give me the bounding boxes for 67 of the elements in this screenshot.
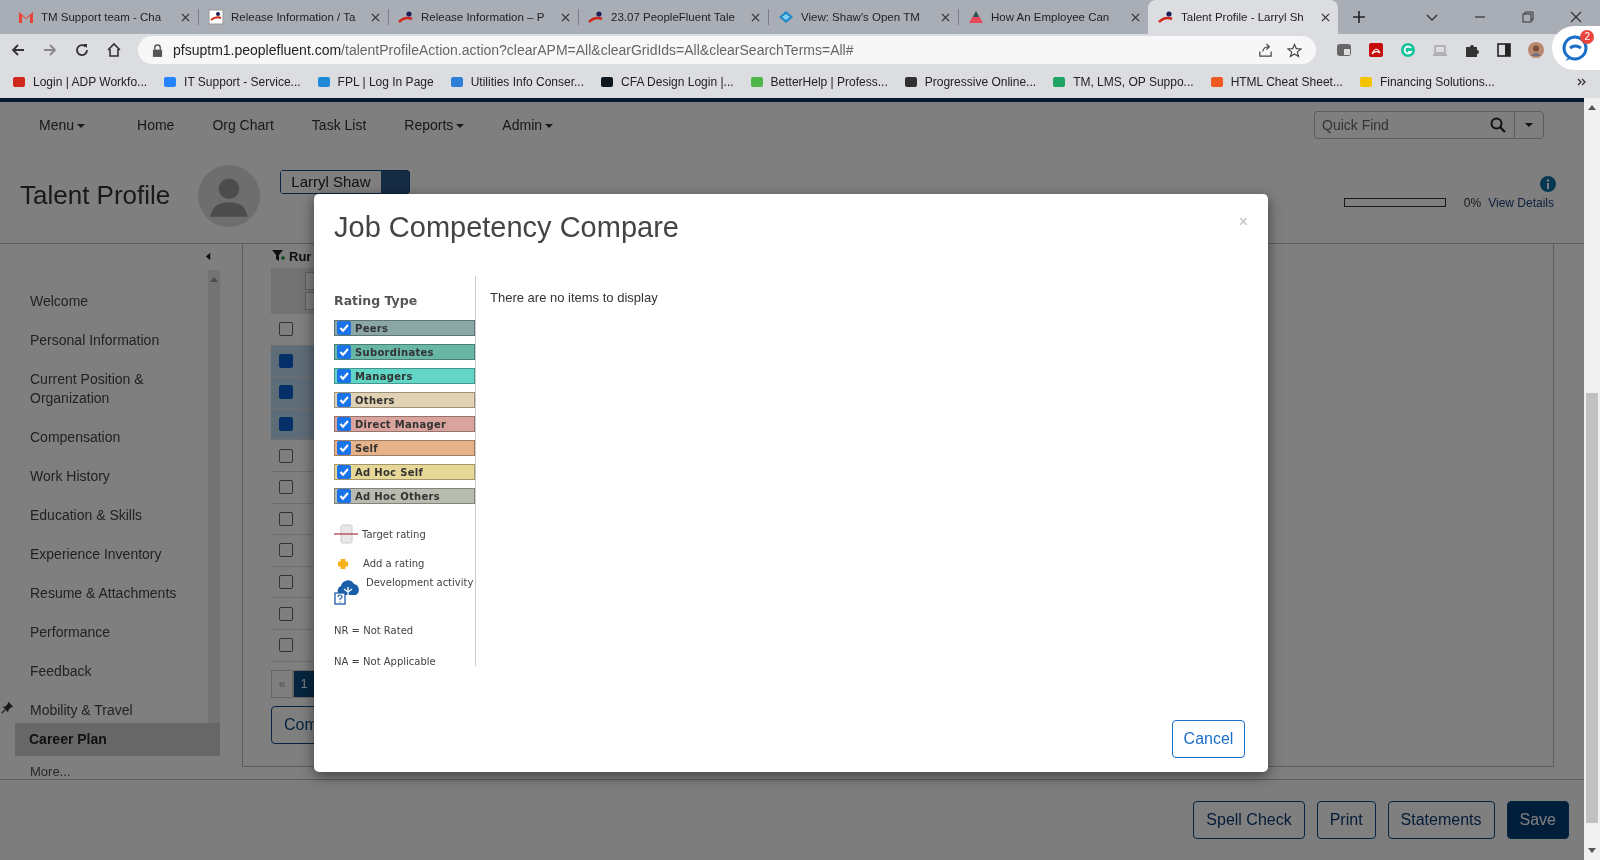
chat-button[interactable]: 2 <box>1552 26 1600 70</box>
nav-link[interactable]: Home <box>137 117 175 133</box>
legend-label: Add a rating <box>363 558 425 569</box>
bookmark[interactable]: Utilities Info Conser... <box>449 75 585 90</box>
sidebar-item[interactable]: Performance <box>15 613 200 652</box>
bookmark[interactable]: Financing Solutions... <box>1358 75 1495 90</box>
quick-find-field[interactable]: Quick Find <box>1314 111 1514 139</box>
employee-selector[interactable]: Larryl Shaw <box>280 170 410 194</box>
address-field[interactable]: pfsuptm1.peoplefluent.com/talentProfileAction.action?clearAPM=All&clearGridIds=All&clearSearchTerms=All# <box>138 36 1316 65</box>
bookmark[interactable]: BetterHelp | Profess... <box>749 75 888 90</box>
nav-link[interactable]: Admin <box>502 117 554 133</box>
bookmark[interactable]: TM, LMS, OP Suppo... <box>1052 75 1194 90</box>
sidebar-item[interactable]: Personal Information <box>15 321 200 360</box>
sidebar-item[interactable]: Compensation <box>15 418 200 457</box>
notification-badge: 2 <box>1580 30 1594 44</box>
footer-button[interactable]: Save <box>1506 801 1569 839</box>
sidebar-item[interactable]: Career Plan <box>15 723 220 756</box>
rating-type-item[interactable]: Managers <box>334 368 475 384</box>
sidebar-item[interactable]: Mobility & Travel <box>15 691 200 723</box>
legend-note: NA = Not Applicable <box>334 656 437 667</box>
footer-button[interactable]: Print <box>1316 801 1376 839</box>
rating-type-item[interactable]: Direct Manager <box>334 416 475 432</box>
progress-reading: 0% <box>1463 195 1482 210</box>
legend-label: Development activity <box>366 577 474 588</box>
bookmark[interactable]: Login | ADP Workfo... <box>12 75 148 90</box>
sidebar-item[interactable]: Welcome <box>15 282 200 321</box>
page-button[interactable]: 1 <box>293 669 315 698</box>
bookmark[interactable]: FPL | Log In Page <box>316 75 434 90</box>
browser-tab[interactable]: View: Shaw's Open TM <box>768 0 958 34</box>
legend-note: NR = Not Rated <box>334 625 415 636</box>
rating-type-item[interactable]: Ad Hoc Others <box>334 488 475 504</box>
bookmark[interactable]: IT Support - Service... <box>163 75 301 90</box>
footer-button[interactable]: Statements <box>1387 801 1495 839</box>
sidebar-item[interactable]: Resume & Attachments <box>15 574 200 613</box>
nav-link[interactable]: Task List <box>311 117 367 133</box>
browser-tab[interactable]: Release Information / Ta <box>198 0 388 34</box>
browser-tab[interactable]: TM Support team - Cha <box>8 0 198 34</box>
view-details-link[interactable]: View Details <box>1488 195 1554 210</box>
sidebar-item[interactable]: Feedback <box>15 652 200 691</box>
sidebar-item[interactable]: Current Position & Organization <box>15 360 200 418</box>
browser-tab[interactable]: 23.07 PeopleFluent Tale <box>578 0 768 34</box>
bookmark[interactable]: Progressive Online... <box>903 75 1037 90</box>
sidebar-item[interactable]: Experience Inventory <box>15 535 200 574</box>
dialog-title: Job Competency Compare <box>334 211 679 244</box>
rating-type-item[interactable]: Self <box>334 440 475 456</box>
browser-tab[interactable]: Talent Profile - Larryl Sh <box>1148 0 1338 34</box>
bookmark[interactable]: CFA Design Login |... <box>600 75 734 90</box>
nav-link[interactable]: Org Chart <box>212 117 274 133</box>
empty-message: There are no items to display <box>489 289 659 307</box>
page-title: Talent Profile <box>20 180 171 211</box>
rating-type-item[interactable]: Peers <box>334 320 475 336</box>
legend-title: Rating Type <box>334 293 419 308</box>
more-link[interactable]: More... <box>30 764 242 779</box>
rating-type-item[interactable]: Ad Hoc Self <box>334 464 475 480</box>
cancel-button[interactable]: Cancel <box>1172 720 1245 758</box>
browser-tab[interactable]: Release Information – P <box>388 0 578 34</box>
footer-button[interactable]: Spell Check <box>1193 801 1305 839</box>
nav-link[interactable]: Reports <box>404 117 465 133</box>
legend-label: Target rating <box>362 528 426 540</box>
rating-type-item[interactable]: Others <box>334 392 475 408</box>
sidebar-item[interactable]: Education & Skills <box>15 496 200 535</box>
rating-type-item[interactable]: Subordinates <box>334 344 475 360</box>
bookmark[interactable]: HTML Cheat Sheet... <box>1209 75 1343 90</box>
sidebar-item[interactable]: Work History <box>15 457 200 496</box>
nav-link[interactable]: Menu <box>39 117 86 133</box>
browser-tab[interactable]: How An Employee Can <box>958 0 1148 34</box>
filter-label[interactable]: Rur <box>289 248 312 264</box>
